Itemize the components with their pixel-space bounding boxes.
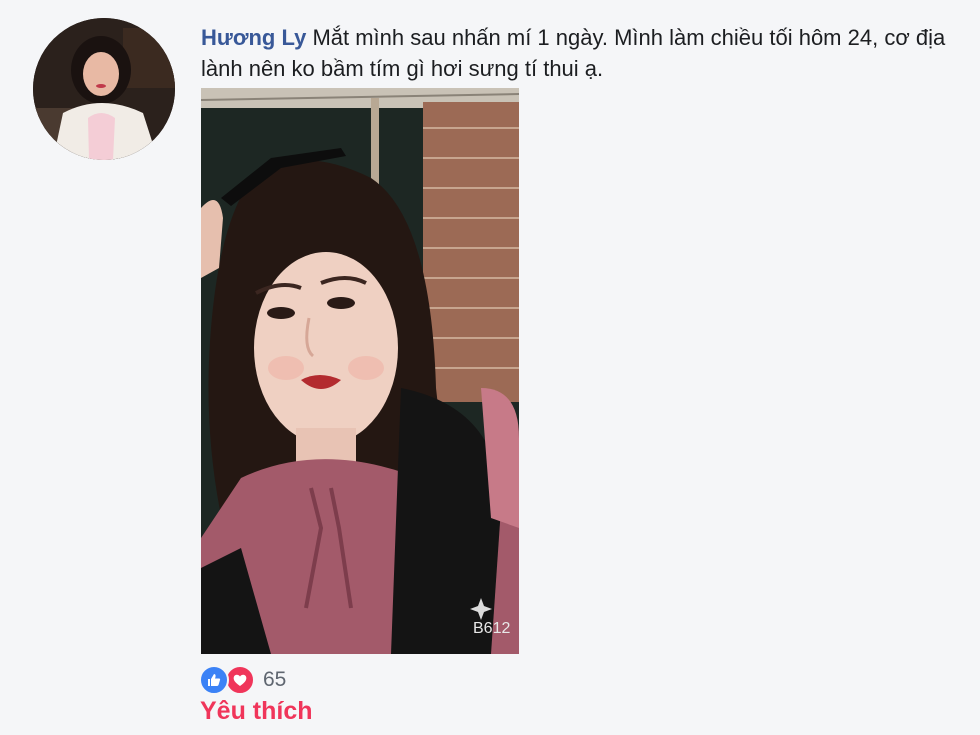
comment-text: Mắt mình sau nhấn mí 1 ngày. Mình làm ch… bbox=[201, 25, 946, 81]
comment-author-link[interactable]: Hương Ly bbox=[201, 25, 306, 50]
avatar-image bbox=[33, 18, 175, 160]
reaction-count: 65 bbox=[263, 668, 287, 691]
like-icon bbox=[199, 665, 229, 695]
photo-watermark: B612 bbox=[473, 620, 510, 637]
comment-body: Hương Ly Mắt mình sau nhấn mí 1 ngày. Mì… bbox=[201, 22, 961, 84]
reactions-summary[interactable]: 65 bbox=[199, 665, 286, 695]
love-reaction-label[interactable]: Yêu thích bbox=[200, 697, 313, 726]
heart-icon bbox=[225, 665, 255, 695]
selfie-image: B612 bbox=[201, 88, 519, 654]
comment-photo[interactable]: B612 bbox=[201, 88, 519, 654]
avatar[interactable] bbox=[33, 18, 175, 160]
